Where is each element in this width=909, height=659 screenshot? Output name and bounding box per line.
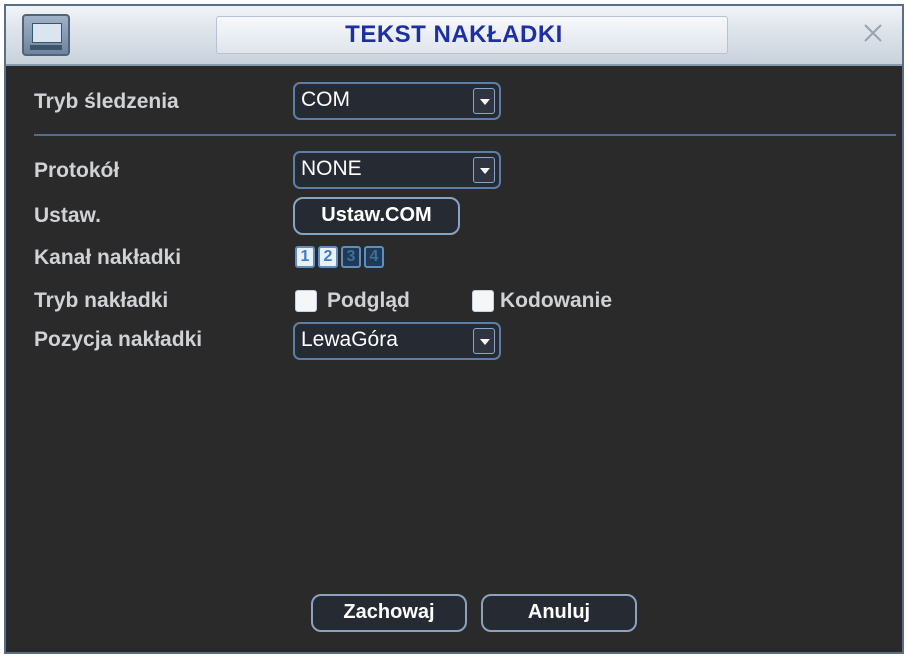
- cancel-button[interactable]: Anuluj: [481, 594, 637, 632]
- save-button[interactable]: Zachowaj: [311, 594, 467, 632]
- chevron-down-icon[interactable]: [473, 88, 495, 114]
- overlay-position-value: LewaGóra: [301, 328, 398, 351]
- channel-2-checkbox[interactable]: 2: [318, 246, 338, 268]
- title-bar: TEKST NAKŁADKI: [6, 6, 902, 66]
- settings-label: Ustaw.: [34, 204, 101, 227]
- overlay-channel-label: Kanał nakładki: [34, 246, 182, 269]
- channel-3-checkbox[interactable]: 3: [341, 246, 361, 268]
- preview-checkbox-label: Podgląd: [327, 289, 410, 312]
- tracking-mode-label: Tryb śledzenia: [34, 90, 179, 113]
- channel-1-checkbox[interactable]: 1: [295, 246, 315, 268]
- section-divider: [34, 134, 896, 136]
- tracking-mode-select[interactable]: COM: [293, 82, 501, 120]
- protocol-label: Protokół: [34, 159, 120, 182]
- com-settings-button[interactable]: Ustaw.COM: [293, 197, 460, 235]
- channel-4-checkbox[interactable]: 4: [364, 246, 384, 268]
- tracking-mode-value: COM: [301, 88, 350, 111]
- protocol-value: NONE: [301, 157, 362, 180]
- overlay-text-dialog: TEKST NAKŁADKI Tryb śledzenia COM Protok…: [4, 4, 904, 654]
- encoding-checkbox-label: Kodowanie: [500, 289, 613, 312]
- chevron-down-icon[interactable]: [473, 157, 495, 183]
- chevron-down-icon[interactable]: [473, 328, 495, 354]
- encoding-checkbox[interactable]: [472, 290, 494, 312]
- overlay-position-label: Pozycja nakładki: [34, 328, 203, 351]
- overlay-position-select[interactable]: LewaGóra: [293, 322, 501, 360]
- dialog-title: TEKST NAKŁADKI: [345, 21, 563, 48]
- overlay-mode-label: Tryb nakładki: [34, 289, 169, 312]
- preview-checkbox[interactable]: [295, 290, 317, 312]
- protocol-select[interactable]: NONE: [293, 151, 501, 189]
- close-icon[interactable]: [858, 18, 888, 48]
